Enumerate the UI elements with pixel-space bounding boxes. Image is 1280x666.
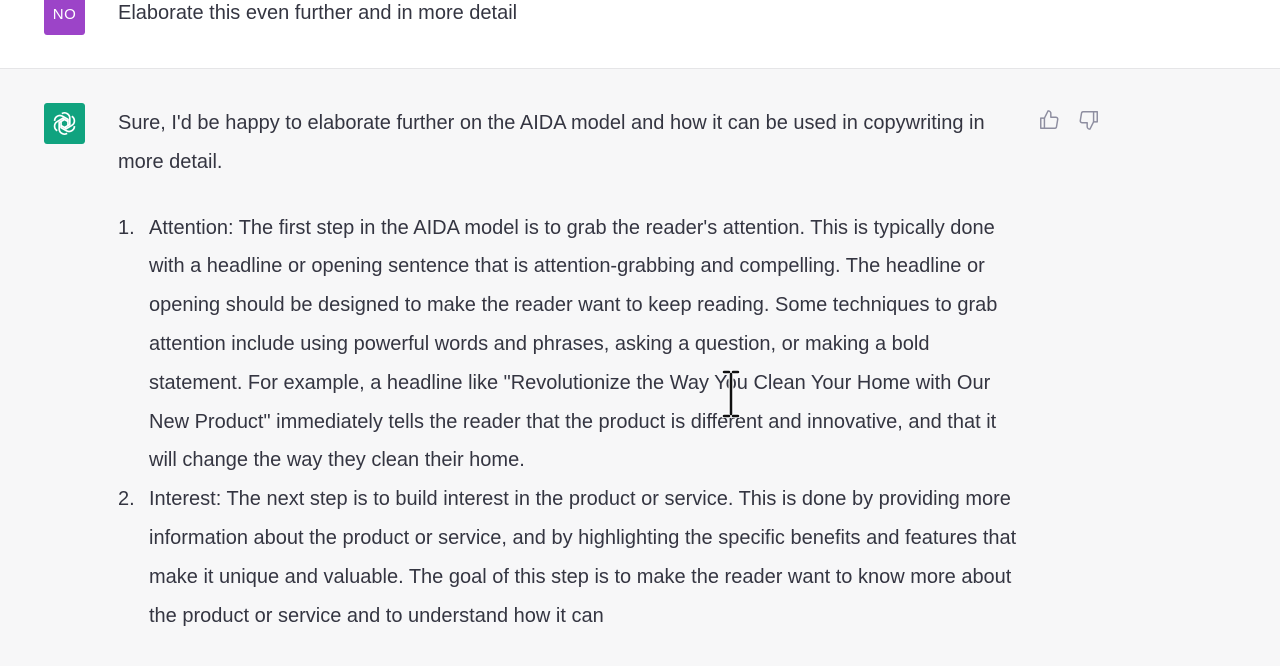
list-item-number: 1. <box>118 216 135 239</box>
answer-list: 1. Attention: The first step in the AIDA… <box>118 209 1028 636</box>
chatgpt-logo-icon <box>53 112 76 135</box>
user-avatar: NO <box>44 0 85 35</box>
assistant-message-row: Sure, I'd be happy to elaborate further … <box>0 69 1280 666</box>
thumbs-up-icon <box>1040 110 1059 129</box>
list-item-text: Interest: The next step is to build inte… <box>149 488 1017 627</box>
text-cursor-icon <box>720 369 742 423</box>
thumbs-down-icon <box>1079 111 1098 130</box>
chat-page: NO Elaborate this even further and in mo… <box>0 0 1280 666</box>
assistant-avatar <box>44 103 85 144</box>
thumbs-down-button[interactable] <box>1078 109 1100 136</box>
user-message-text: Elaborate this even further and in more … <box>118 2 518 24</box>
thumbs-up-button[interactable] <box>1038 109 1060 136</box>
answer-intro: Sure, I'd be happy to elaborate further … <box>118 112 985 173</box>
assistant-answer: Sure, I'd be happy to elaborate further … <box>118 104 1028 635</box>
list-item: 2. Interest: The next step is to build i… <box>118 480 1028 635</box>
user-message-row: NO Elaborate this even further and in mo… <box>0 0 1280 69</box>
list-item: 1. Attention: The first step in the AIDA… <box>118 209 1028 481</box>
list-item-text: Attention: The first step in the AIDA mo… <box>149 216 998 472</box>
list-item-number: 2. <box>118 488 135 511</box>
